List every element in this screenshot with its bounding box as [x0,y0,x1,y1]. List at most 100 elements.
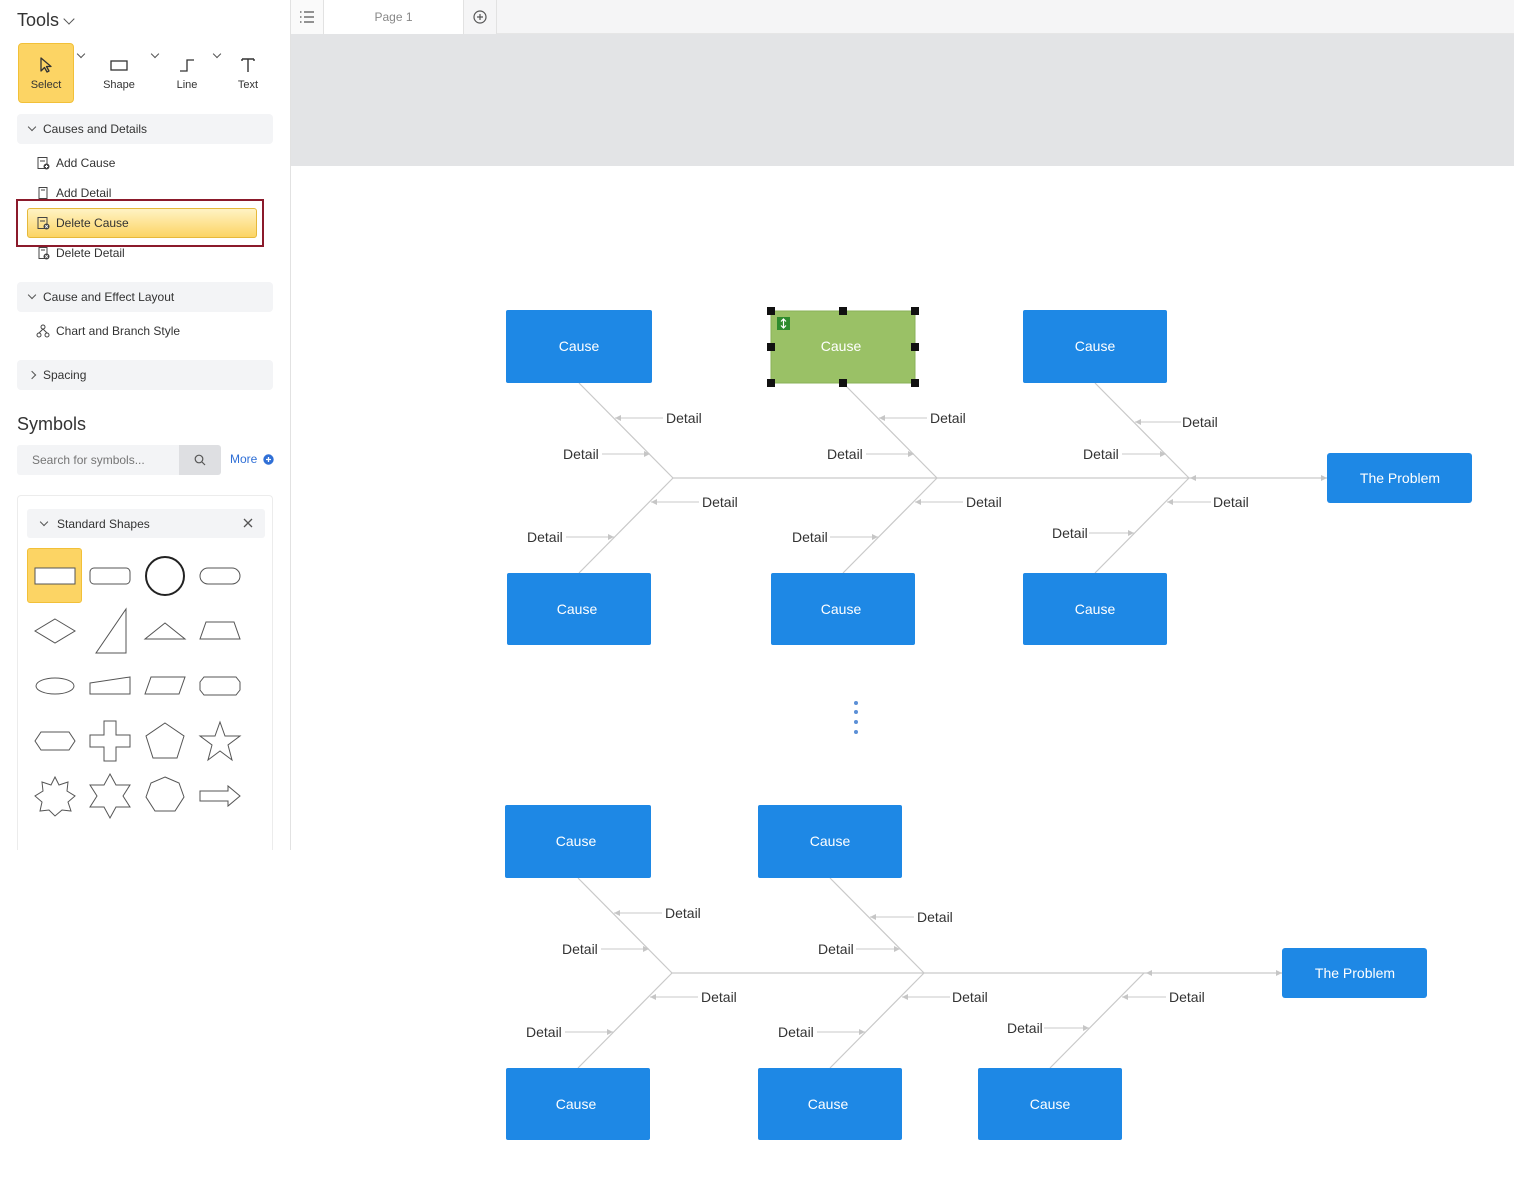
causes-details-section-header[interactable]: Causes and Details [17,114,273,144]
detail-label[interactable]: Detail [1213,494,1249,510]
shape-trapezoid[interactable] [192,603,247,658]
detail-label[interactable]: Detail [666,410,702,426]
symbol-search-input[interactable] [17,445,179,475]
detail-label[interactable]: Detail [966,494,1002,510]
cause-label: Cause [1075,601,1116,617]
shape-arrow[interactable] [192,768,247,823]
layout-section-header[interactable]: Cause and Effect Layout [17,282,273,312]
select-tool-button[interactable]: Select [18,43,74,103]
problem-box[interactable]: The Problem [1327,453,1472,503]
detail-label[interactable]: Detail [1052,525,1088,541]
add-page-button[interactable] [464,0,497,34]
right-triangle-icon [94,606,126,653]
branch-style-icon [36,324,50,338]
chevron-down-icon[interactable] [150,49,160,59]
cause-box[interactable]: Cause [1023,310,1167,383]
detail-label[interactable]: Detail [563,446,599,462]
detail-label[interactable]: Detail [562,941,598,957]
heptagon-icon [144,775,185,811]
detail-label[interactable]: Detail [701,989,737,1005]
more-label: More [230,452,258,466]
detail-label[interactable]: Detail [917,909,953,925]
cause-box[interactable]: Cause [978,1068,1122,1140]
add-cause-button[interactable]: Add Cause [36,153,115,173]
problem-box[interactable]: The Problem [1282,948,1427,998]
ellipse-icon [35,677,74,694]
trapezoid-icon [198,621,241,639]
tab-page-1[interactable]: Page 1 [324,0,464,34]
info-badge-icon[interactable] [777,317,790,330]
detail-label[interactable]: Detail [827,446,863,462]
detail-label[interactable]: Detail [930,410,966,426]
shape-manual-input[interactable] [82,658,137,713]
shape-pentagon[interactable] [137,713,192,768]
shape-ellipse[interactable] [27,658,82,713]
cause-label: Cause [821,338,862,354]
shape-circle[interactable] [137,548,192,603]
detail-label[interactable]: Detail [818,941,854,957]
page-list-button[interactable] [291,0,324,34]
detail-label[interactable]: Detail [1007,1020,1043,1036]
chevron-down-icon[interactable] [76,49,86,59]
spacing-section-header[interactable]: Spacing [17,360,273,390]
cause-label: Cause [556,1096,597,1112]
shape-rectangle[interactable] [27,548,82,603]
shapes-title: Standard Shapes [57,516,150,531]
detail-label[interactable]: Detail [792,529,828,545]
cause-box[interactable]: Cause [758,805,902,878]
cause-box[interactable]: Cause [505,805,651,878]
cause-box-selected[interactable]: Cause [767,307,919,387]
delete-cause-button[interactable]: Delete Cause [36,213,129,233]
chart-branch-style-button[interactable]: Chart and Branch Style [36,321,180,341]
shape-triangle[interactable] [137,603,192,658]
detail-label[interactable]: Detail [1083,446,1119,462]
detail-label[interactable]: Detail [702,494,738,510]
menu-label: Delete Cause [56,216,129,230]
shape-pill[interactable] [192,548,247,603]
text-tool-button[interactable]: Text [220,43,276,103]
cause-box[interactable]: Cause [758,1068,902,1140]
diagram-canvas[interactable]: Detail Detail Detail Detail Detail Detai… [291,166,1514,1187]
more-symbols-link[interactable]: More [230,452,275,466]
menu-label: Chart and Branch Style [56,324,181,338]
shape-octagon-bar[interactable] [192,658,247,713]
add-detail-button[interactable]: Add Detail [36,183,111,203]
shape-right-triangle[interactable] [82,603,137,658]
shape-star[interactable] [192,713,247,768]
canvas-margin [291,34,1514,166]
delete-detail-button[interactable]: Delete Detail [36,243,125,263]
text-tool-label: Text [237,78,259,91]
tools-header[interactable]: Tools [17,10,75,31]
detail-label[interactable]: Detail [778,1024,814,1040]
shape-hexagon[interactable] [27,713,82,768]
standard-shapes-header[interactable]: Standard Shapes [27,509,265,538]
shape-cross[interactable] [82,713,137,768]
detail-label[interactable]: Detail [952,989,988,1005]
detail-label[interactable]: Detail [526,1024,562,1040]
cause-box[interactable]: Cause [506,1068,650,1140]
menu-label: Add Cause [56,156,116,170]
fishbone-diagram[interactable]: Detail Detail Detail Detail Detail Detai… [291,166,1514,1187]
detail-label[interactable]: Detail [665,905,701,921]
search-button[interactable] [179,445,221,475]
shape-diamond[interactable] [27,603,82,658]
cause-box[interactable]: Cause [1023,573,1167,645]
detail-label[interactable]: Detail [1169,989,1205,1005]
close-icon[interactable] [241,516,255,530]
detail-label[interactable]: Detail [1182,414,1218,430]
cause-box[interactable]: Cause [507,573,651,645]
shape-tool-button[interactable]: Shape [91,43,147,103]
shape-heptagon[interactable] [137,768,192,823]
line-tool-button[interactable]: Line [159,43,215,103]
cause-box[interactable]: Cause [771,573,915,645]
detail-label[interactable]: Detail [527,529,563,545]
shape-six-point-star[interactable] [82,768,137,823]
chevron-right-icon [27,370,37,380]
list-icon [300,11,314,23]
shape-seven-point-star[interactable] [27,768,82,823]
standard-shapes-panel: Standard Shapes [17,495,273,850]
shape-rounded-rectangle[interactable] [82,548,137,603]
shape-parallelogram[interactable] [137,658,192,713]
section-title: Causes and Details [43,122,148,136]
cause-box[interactable]: Cause [506,310,652,383]
